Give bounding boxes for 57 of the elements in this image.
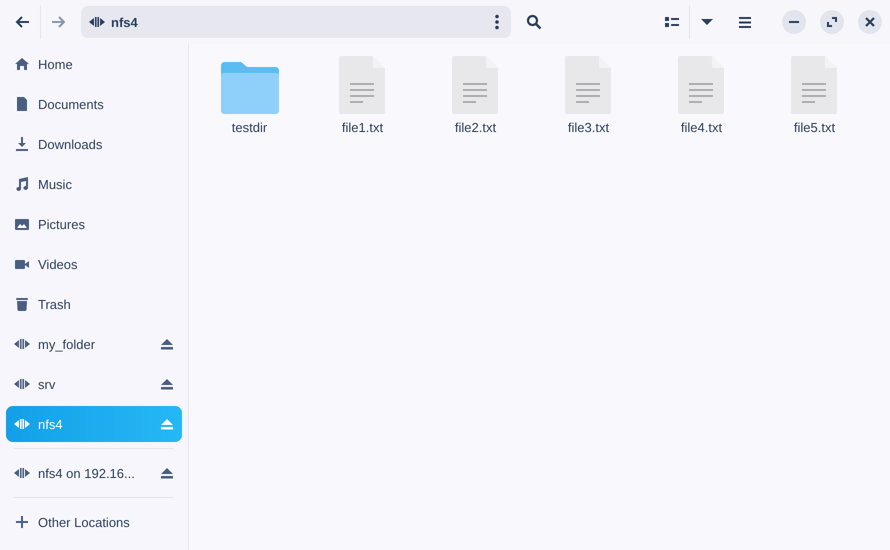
path-bar[interactable]: nfs4	[81, 6, 511, 38]
sidebar-item[interactable]: Downloads	[6, 126, 182, 162]
eject-button[interactable]	[160, 468, 174, 478]
eject-icon	[161, 378, 173, 390]
sidebar-item[interactable]: Documents	[6, 86, 182, 122]
network-drive-icon	[14, 336, 30, 352]
eject-icon	[161, 468, 173, 478]
eject-icon	[161, 338, 173, 350]
close-icon	[865, 17, 875, 27]
file-name[interactable]: testdir	[232, 120, 268, 135]
file-name[interactable]: file1.txt	[342, 120, 384, 135]
close-button[interactable]	[858, 10, 882, 34]
menu-icon	[739, 16, 751, 28]
picture-icon	[14, 216, 30, 232]
sidebar-item[interactable]: Trash	[6, 286, 182, 322]
eject-icon	[161, 418, 173, 430]
download-icon	[14, 136, 30, 152]
text-file-icon	[790, 56, 838, 114]
text-file-icon	[452, 56, 500, 114]
minimize-button[interactable]	[782, 10, 806, 34]
more-options-icon[interactable]	[495, 14, 499, 30]
text-file-icon	[564, 56, 612, 114]
maximize-button[interactable]	[820, 10, 844, 34]
maximize-icon	[827, 17, 837, 27]
sidebar-item[interactable]: Other Locations	[6, 504, 182, 540]
text-file-icon	[678, 56, 726, 114]
text-file-icon	[338, 56, 386, 114]
eject-button[interactable]	[160, 338, 174, 350]
search-icon	[526, 14, 542, 30]
eject-button[interactable]	[160, 378, 174, 390]
forward-arrow-icon	[50, 14, 66, 30]
home-icon	[14, 56, 30, 72]
folder-icon	[220, 62, 278, 114]
back-arrow-icon	[15, 14, 31, 30]
list-view-icon	[665, 16, 679, 28]
network-drive-icon	[14, 465, 30, 481]
file-name[interactable]: file2.txt	[454, 120, 496, 135]
sidebar-item[interactable]: srv	[6, 366, 182, 402]
dropdown-caret-icon	[701, 18, 713, 26]
sidebar-item[interactable]: my_folder	[6, 326, 182, 362]
network-drive-icon	[89, 14, 105, 30]
music-note-icon	[14, 176, 30, 192]
network-drive-icon	[14, 376, 30, 392]
document-icon	[14, 96, 30, 112]
sidebar-item[interactable]: Music	[6, 166, 182, 202]
plus-icon	[14, 514, 30, 530]
trash-icon	[14, 296, 30, 312]
network-drive-icon	[14, 416, 30, 432]
minimize-icon	[789, 21, 799, 23]
location-label[interactable]: nfs4	[111, 14, 138, 30]
sidebar-item[interactable]: Pictures	[6, 206, 182, 242]
file-name[interactable]: file5.txt	[794, 120, 836, 135]
file-name[interactable]: file3.txt	[568, 120, 610, 135]
sidebar-item[interactable]: nfs4 on 192.16...	[6, 455, 182, 491]
file-name[interactable]: file4.txt	[680, 120, 722, 135]
sidebar-item[interactable]: Home	[6, 46, 182, 82]
sidebar-item[interactable]: Videos	[6, 246, 182, 282]
